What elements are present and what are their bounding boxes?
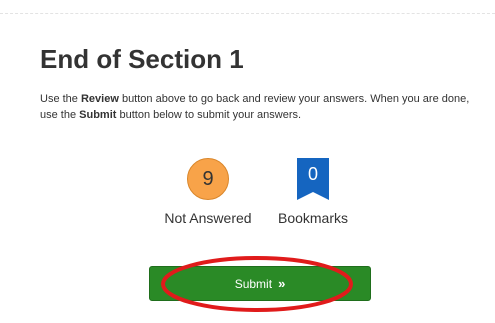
review-keyword: Review bbox=[80, 93, 119, 105]
instructions-text: Use the Review button above to go back a… bbox=[40, 93, 470, 121]
header-divider bbox=[0, 13, 495, 14]
bookmarks-count: 0 bbox=[307, 164, 318, 184]
red-highlight-ellipse bbox=[161, 256, 353, 312]
submit-keyword: Submit bbox=[79, 109, 117, 121]
page-title: End of Section 1 bbox=[40, 44, 244, 74]
not-answered-count-badge: 9 bbox=[187, 158, 229, 200]
not-answered-stat: 9 Not Answered bbox=[158, 158, 258, 226]
bookmarks-stat: 0 Bookmarks bbox=[268, 158, 358, 226]
bookmark-icon: 0 bbox=[292, 158, 334, 200]
not-answered-label: Not Answered bbox=[164, 210, 252, 226]
bookmarks-label: Bookmarks bbox=[277, 210, 349, 226]
